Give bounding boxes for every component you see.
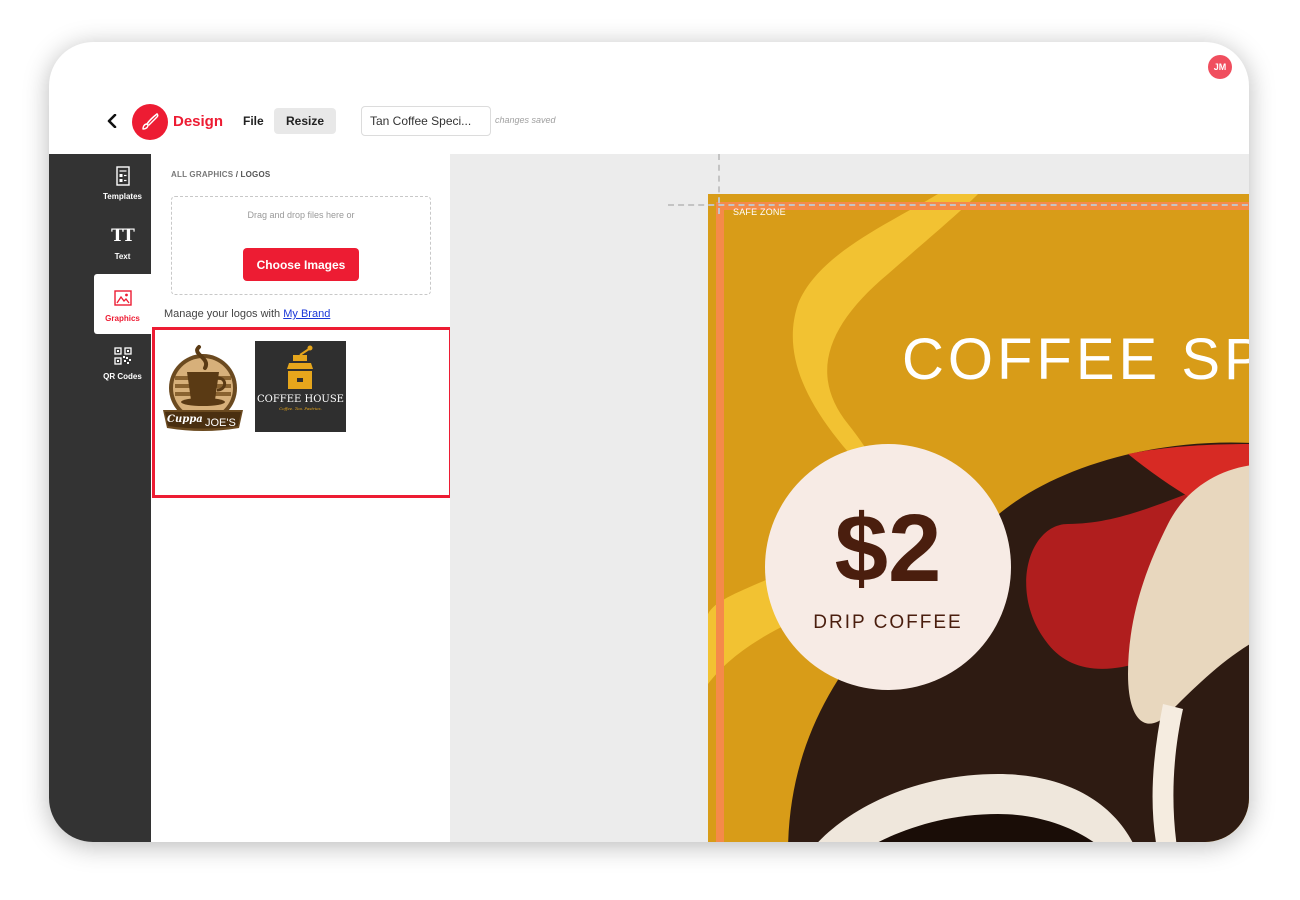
- dropzone-text: Drag and drop files here or: [247, 210, 355, 220]
- logo-thumbnail-coffee-house[interactable]: COFFEE HOUSE Coffee. Tea. Pastries.: [255, 341, 346, 432]
- manage-logos-text: Manage your logos with My Brand: [164, 308, 330, 320]
- logo-thumbnail-cuppa-joes[interactable]: Cuppa JOE'S: [161, 342, 245, 434]
- coffee-house-line2: Coffee. Tea. Pastries.: [279, 406, 322, 411]
- back-button[interactable]: [103, 110, 121, 132]
- resize-button[interactable]: Resize: [274, 108, 337, 134]
- graphics-panel: ALL GRAPHICS / LOGOS Drag and drop files…: [151, 154, 452, 842]
- coffee-grinder-logo-art: COFFEE HOUSE Coffee. Tea. Pastries.: [257, 345, 344, 411]
- breadcrumb-all-graphics[interactable]: ALL GRAPHICS: [171, 170, 233, 179]
- upload-dropzone[interactable]: Drag and drop files here or Choose Image…: [171, 196, 431, 295]
- app-logo: [132, 104, 168, 140]
- breadcrumb-logos: LOGOS: [240, 170, 271, 179]
- logos-grid: Cuppa JOE'S COFFEE HOUSE Coffee. Tea. Pa…: [152, 327, 452, 498]
- breadcrumb: ALL GRAPHICS / LOGOS: [171, 170, 270, 179]
- horizontal-guide: [668, 204, 1249, 206]
- file-menu-button[interactable]: File: [235, 108, 272, 134]
- rail-item-label: QR Codes: [103, 372, 142, 381]
- templates-icon: [115, 164, 130, 188]
- user-avatar[interactable]: JM: [1208, 55, 1232, 79]
- cuppa-line2: JOE'S: [205, 417, 236, 429]
- design-canvas[interactable]: SAFE ZONE COFFEE SP $2 DRIP COFFEE: [450, 154, 1249, 842]
- artboard[interactable]: SAFE ZONE COFFEE SP $2 DRIP COFFEE: [708, 194, 1249, 842]
- product-text[interactable]: DRIP COFFEE: [765, 612, 1011, 634]
- choose-images-button[interactable]: Choose Images: [243, 248, 359, 281]
- tool-rail: Templates TT Text Graphics QR Codes: [49, 154, 151, 842]
- document-title-field[interactable]: Tan Coffee Speci...: [361, 106, 491, 136]
- breadcrumb-separator: /: [233, 170, 241, 179]
- rail-item-templates[interactable]: Templates: [94, 164, 151, 214]
- rail-item-label: Graphics: [105, 313, 140, 323]
- chevron-left-icon: [107, 114, 117, 128]
- cuppa-line1: Cuppa: [167, 414, 203, 425]
- headline-text[interactable]: COFFEE SP: [902, 326, 1249, 393]
- rail-item-graphics[interactable]: Graphics: [94, 274, 151, 334]
- manage-logos-label: Manage your logos with: [164, 308, 284, 320]
- rail-item-label: Templates: [103, 192, 142, 201]
- graphics-icon: [113, 286, 132, 310]
- rail-item-label: Text: [114, 252, 131, 261]
- rail-item-qr-codes[interactable]: QR Codes: [94, 344, 151, 394]
- save-status: changes saved: [495, 115, 556, 125]
- coffee-house-line1: COFFEE HOUSE: [257, 394, 344, 405]
- vertical-guide: [718, 154, 720, 214]
- app-window: JM Design File Resize Tan Coffee Speci..…: [49, 42, 1249, 842]
- brand-label: Design: [173, 113, 224, 130]
- safe-zone-label: SAFE ZONE: [733, 207, 786, 217]
- my-brand-link[interactable]: My Brand: [283, 308, 330, 320]
- coffee-cup-logo-art: Cuppa JOE'S: [163, 345, 243, 431]
- rail-item-text[interactable]: TT Text: [94, 224, 151, 274]
- paintbrush-icon: [142, 113, 159, 130]
- qr-code-icon: [113, 344, 132, 368]
- price-text[interactable]: $2: [765, 494, 1011, 604]
- text-icon: TT: [111, 226, 135, 246]
